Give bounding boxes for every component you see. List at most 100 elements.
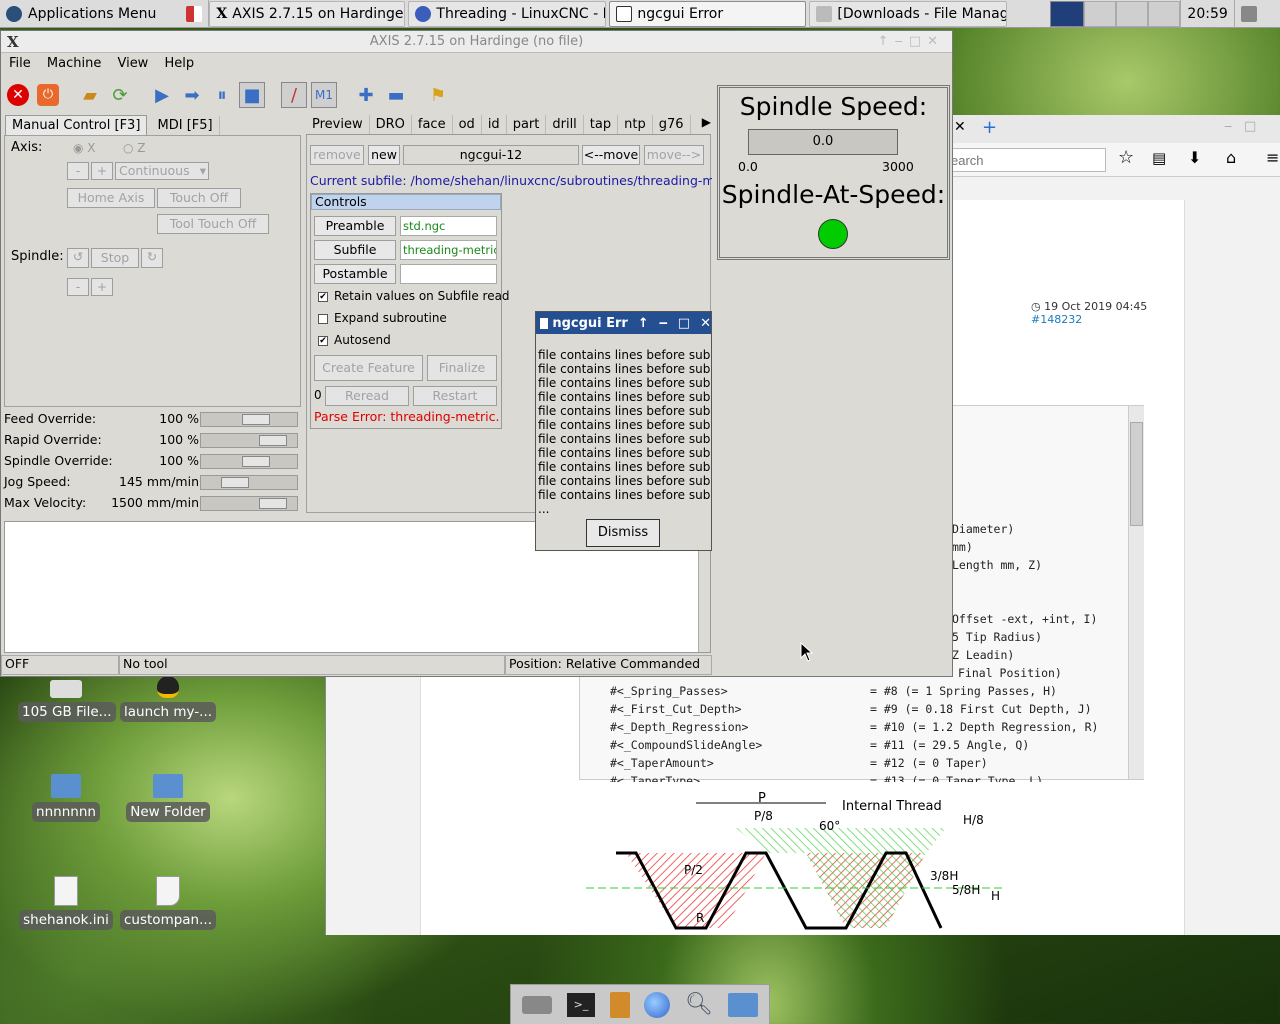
workspace-3[interactable] bbox=[1116, 0, 1149, 27]
reload-button[interactable]: ⟳ bbox=[107, 82, 133, 108]
optional-stop-button[interactable]: M1 bbox=[311, 82, 337, 108]
slider-thumb[interactable] bbox=[242, 414, 270, 425]
create-feature-button[interactable]: Create Feature bbox=[314, 355, 423, 381]
home-icon[interactable]: ⌂ bbox=[1226, 148, 1236, 167]
spindle-faster-button[interactable]: + bbox=[91, 278, 113, 296]
move-left-button[interactable]: <--move bbox=[582, 145, 640, 165]
tab-od[interactable]: od bbox=[453, 115, 482, 134]
tab-tap[interactable]: tap bbox=[584, 115, 619, 134]
code-scrollbar[interactable] bbox=[1128, 406, 1144, 779]
new-tab-icon[interactable]: + bbox=[982, 117, 997, 138]
override-slider[interactable] bbox=[200, 454, 298, 469]
tab-preview[interactable]: Preview bbox=[306, 115, 370, 134]
home-axis-button[interactable]: Home Axis bbox=[67, 188, 155, 208]
desktop-icon-new-folder[interactable]: New Folder bbox=[120, 774, 216, 822]
move-right-button[interactable]: move--> bbox=[644, 145, 704, 165]
override-slider[interactable] bbox=[200, 433, 298, 448]
spindle-slower-button[interactable]: - bbox=[67, 278, 89, 296]
override-slider[interactable] bbox=[200, 496, 298, 511]
file-cabinet-icon[interactable] bbox=[609, 991, 630, 1018]
task-ngcgui-error[interactable]: ngcgui Error bbox=[609, 1, 807, 27]
menu-help[interactable]: Help bbox=[164, 56, 194, 71]
slider-thumb[interactable] bbox=[242, 456, 270, 467]
folder-icon[interactable] bbox=[727, 992, 758, 1017]
desktop-icon-custompanel[interactable]: custompan... bbox=[120, 876, 216, 930]
stop-button[interactable]: ■ bbox=[239, 82, 265, 108]
clock[interactable]: 20:59 bbox=[1180, 0, 1235, 28]
desktop-icon-shehanok[interactable]: shehanok.ini bbox=[18, 876, 114, 930]
tab-dro[interactable]: DRO bbox=[370, 115, 412, 134]
menu-view[interactable]: View bbox=[117, 56, 148, 71]
workspace-4[interactable] bbox=[1148, 0, 1181, 27]
pause-button[interactable]: ⏸ bbox=[209, 82, 235, 108]
minimize-icon[interactable]: ‒ bbox=[659, 316, 668, 331]
estop-button[interactable]: ✕ bbox=[5, 82, 31, 108]
hamburger-menu-icon[interactable]: ≡ bbox=[1266, 148, 1279, 167]
bookmark-star-icon[interactable]: ☆ bbox=[1118, 147, 1134, 168]
jog-plus-button[interactable]: + bbox=[91, 162, 113, 180]
clear-plot-button[interactable]: ⚑ bbox=[425, 82, 451, 108]
postamble-button[interactable]: Postamble bbox=[314, 264, 396, 284]
tab-drill[interactable]: drill bbox=[546, 115, 584, 134]
task-threading-browser[interactable]: Threading - LinuxCNC - I... bbox=[408, 1, 607, 27]
desktop-icon-launch[interactable]: launch my-... bbox=[120, 676, 217, 722]
expand-checkbox[interactable]: Expand subroutine bbox=[318, 311, 447, 325]
tab-mdi[interactable]: MDI [F5] bbox=[152, 116, 220, 136]
download-icon[interactable]: ⬇ bbox=[1188, 148, 1201, 167]
remove-button[interactable]: remove bbox=[310, 145, 364, 165]
reread-button[interactable]: Reread bbox=[325, 386, 409, 406]
jog-minus-button[interactable]: - bbox=[67, 162, 89, 180]
slider-thumb[interactable] bbox=[259, 498, 287, 509]
subfile-button[interactable]: Subfile bbox=[314, 240, 396, 260]
autosend-checkbox[interactable]: ✔ Autosend bbox=[318, 333, 391, 347]
slider-thumb[interactable] bbox=[259, 435, 287, 446]
slider-thumb[interactable] bbox=[221, 477, 249, 488]
desktop-icon-drive[interactable]: 105 GB File... bbox=[18, 680, 116, 722]
tab-ntp[interactable]: ntp bbox=[618, 115, 653, 134]
preamble-button[interactable]: Preamble bbox=[314, 216, 396, 236]
tab-manual-control[interactable]: Manual Control [F3] bbox=[5, 115, 148, 136]
step-button[interactable]: ➡ bbox=[179, 82, 205, 108]
tab-part[interactable]: part bbox=[507, 115, 547, 134]
workspace-switcher[interactable] bbox=[1050, 0, 1181, 28]
open-file-button[interactable]: ▰ bbox=[77, 82, 103, 108]
task-file-manager[interactable]: [Downloads - File Manag... bbox=[809, 1, 1008, 27]
override-slider[interactable] bbox=[200, 412, 298, 427]
preamble-field[interactable]: std.ngc bbox=[400, 216, 497, 236]
applications-menu-button[interactable]: Applications Menu bbox=[0, 0, 210, 28]
postamble-field[interactable] bbox=[400, 264, 497, 284]
new-button[interactable]: new bbox=[368, 145, 400, 165]
menu-file[interactable]: File bbox=[9, 56, 31, 71]
workspace-2[interactable] bbox=[1084, 0, 1117, 27]
minimize-icon[interactable]: ‒ bbox=[1224, 119, 1232, 134]
tab-id[interactable]: id bbox=[482, 115, 507, 134]
search-icon[interactable]: 🔍︎ bbox=[685, 992, 713, 1017]
tab-g76[interactable]: g76 bbox=[653, 115, 691, 134]
window-controls[interactable]: ↑‒□✕ bbox=[878, 31, 944, 53]
machine-power-button[interactable]: ⏻ bbox=[35, 82, 61, 108]
browser-search-input[interactable] bbox=[946, 148, 1106, 172]
override-slider[interactable] bbox=[200, 475, 298, 490]
keep-above-icon[interactable]: ↑ bbox=[638, 316, 649, 331]
workspace-1[interactable] bbox=[1050, 0, 1085, 27]
axis-z-radio[interactable]: ○ Z bbox=[123, 141, 146, 155]
library-icon[interactable]: ▤ bbox=[1152, 149, 1166, 167]
close-tab-icon[interactable]: ✕ bbox=[954, 119, 966, 135]
block-delete-button[interactable]: / bbox=[281, 82, 307, 108]
finalize-button[interactable]: Finalize bbox=[427, 355, 497, 381]
zoom-out-button[interactable]: ▬ bbox=[383, 82, 409, 108]
axis-titlebar[interactable]: X AXIS 2.7.15 on Hardinge (no file) ↑‒□✕ bbox=[1, 31, 952, 53]
close-icon[interactable]: ✕ bbox=[700, 316, 711, 331]
maximize-icon[interactable]: □ bbox=[1244, 119, 1256, 134]
terminal-icon[interactable]: >_ bbox=[567, 992, 595, 1017]
dismiss-button[interactable]: Dismiss bbox=[586, 519, 660, 547]
axis-x-radio[interactable]: ◉ X bbox=[73, 141, 96, 155]
web-browser-icon[interactable] bbox=[644, 991, 671, 1018]
subfile-field[interactable]: threading-metric. bbox=[400, 240, 497, 260]
zoom-in-button[interactable]: ✚ bbox=[353, 82, 379, 108]
maximize-icon[interactable]: □ bbox=[678, 316, 690, 331]
desktop-icon-nnnnnnn[interactable]: nnnnnnn bbox=[18, 774, 114, 822]
tab-face[interactable]: face bbox=[412, 115, 453, 134]
jog-mode-select[interactable]: Continuous ▾ bbox=[115, 162, 209, 180]
task-axis[interactable]: X AXIS 2.7.15 on Hardinge... bbox=[209, 1, 406, 27]
